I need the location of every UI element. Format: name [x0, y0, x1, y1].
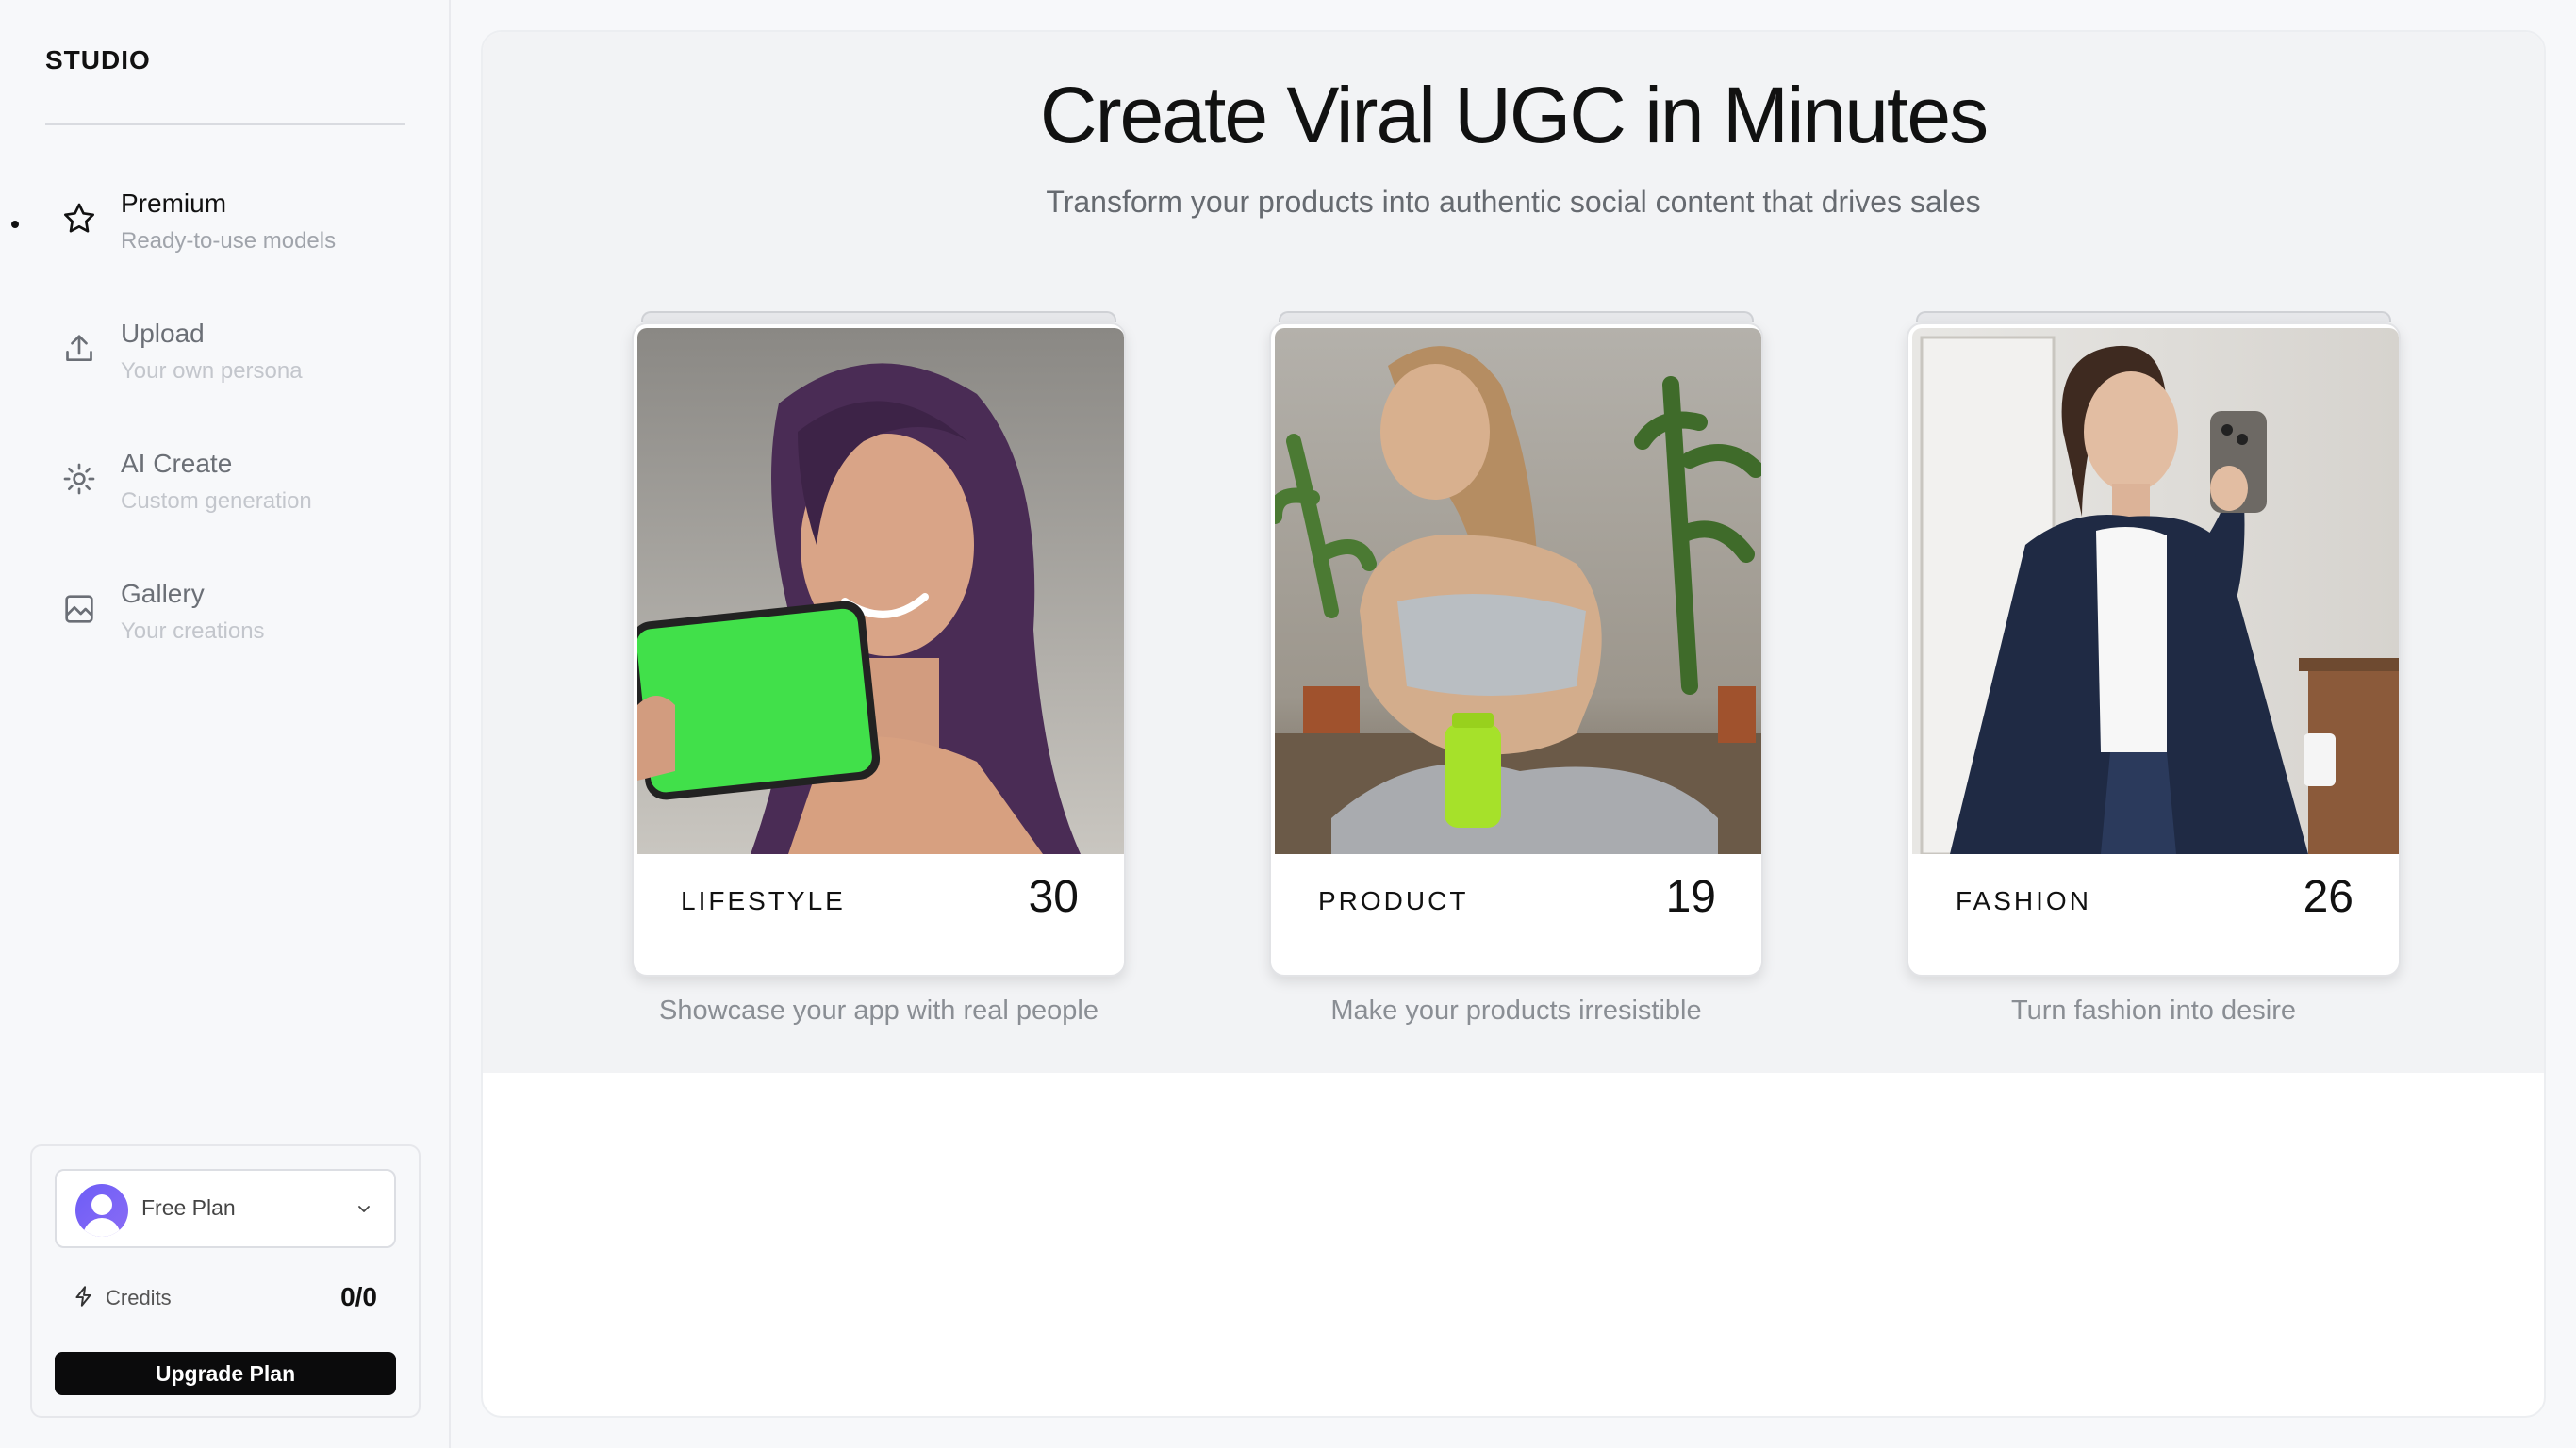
plan-card: Free Plan Credits 0/0 Upgrade Plan — [30, 1144, 421, 1418]
sidebar-item-label: Gallery — [121, 579, 205, 608]
sidebar-item-gallery[interactable]: Gallery Your creations — [0, 568, 451, 681]
card-caption: Make your products irresistible — [1330, 996, 1702, 1026]
sidebar-item-label: Upload — [121, 319, 205, 348]
category-card[interactable]: FASHION 26 — [1907, 322, 2401, 977]
upgrade-plan-button[interactable]: Upgrade Plan — [55, 1352, 396, 1395]
main-panel: Create Viral UGC in Minutes Transform yo… — [481, 30, 2546, 1418]
card-caption: Turn fashion into desire — [2011, 996, 2296, 1026]
category-count: 30 — [1028, 872, 1079, 922]
sparkle-icon — [60, 460, 98, 498]
sidebar-item-sublabel: Custom generation — [121, 488, 312, 514]
sidebar-divider — [45, 123, 405, 125]
sidebar-item-ai-create[interactable]: AI Create Custom generation — [0, 437, 451, 551]
plan-selector[interactable]: Free Plan — [55, 1169, 396, 1248]
category-count: 19 — [1665, 872, 1716, 922]
plan-name: Free Plan — [141, 1195, 236, 1220]
upload-icon — [60, 330, 98, 368]
brand-logo[interactable]: STUDIO — [45, 45, 151, 75]
sidebar-item-upload[interactable]: Upload Your own persona — [0, 307, 451, 420]
sidebar-item-sublabel: Your creations — [121, 618, 265, 644]
chevron-down-icon — [355, 1199, 373, 1218]
category-card-lifestyle: LIFESTYLE 30 Showcase your app with real… — [632, 311, 1126, 1026]
active-indicator — [11, 221, 19, 228]
lifestyle-photo — [637, 328, 1124, 854]
sidebar-item-label: AI Create — [121, 449, 233, 478]
sidebar: STUDIO Premium Ready-to-use models Uploa… — [0, 0, 451, 1448]
card-caption: Showcase your app with real people — [659, 996, 1098, 1026]
category-label: FASHION — [1956, 886, 2091, 915]
page-title: Create Viral UGC in Minutes — [1039, 71, 1989, 159]
credits-row: Credits 0/0 — [55, 1278, 396, 1316]
avatar — [75, 1184, 128, 1237]
fashion-photo — [1912, 328, 2399, 854]
product-photo — [1275, 328, 1761, 854]
star-icon — [60, 200, 98, 238]
category-count: 26 — [2303, 872, 2353, 922]
category-label: LIFESTYLE — [681, 886, 846, 915]
hero-section: Create Viral UGC in Minutes Transform yo… — [483, 32, 2544, 1073]
lightning-icon — [72, 1284, 96, 1308]
credits-value: 0/0 — [340, 1282, 377, 1311]
category-label: PRODUCT — [1318, 886, 1469, 915]
image-icon — [60, 590, 98, 628]
category-card[interactable]: LIFESTYLE 30 — [632, 322, 1126, 977]
credits-label: Credits — [106, 1286, 172, 1309]
category-card-fashion: FASHION 26 Turn fashion into desire — [1907, 311, 2401, 1026]
sidebar-item-label: Premium — [121, 189, 227, 218]
page-subtitle: Transform your products into authentic s… — [1046, 185, 1981, 219]
sidebar-item-sublabel: Your own persona — [121, 358, 303, 384]
category-card[interactable]: PRODUCT 19 — [1269, 322, 1763, 977]
sidebar-item-premium[interactable]: Premium Ready-to-use models — [0, 177, 451, 290]
category-card-product: PRODUCT 19 Make your products irresistib… — [1269, 311, 1763, 1026]
sidebar-item-sublabel: Ready-to-use models — [121, 228, 337, 254]
